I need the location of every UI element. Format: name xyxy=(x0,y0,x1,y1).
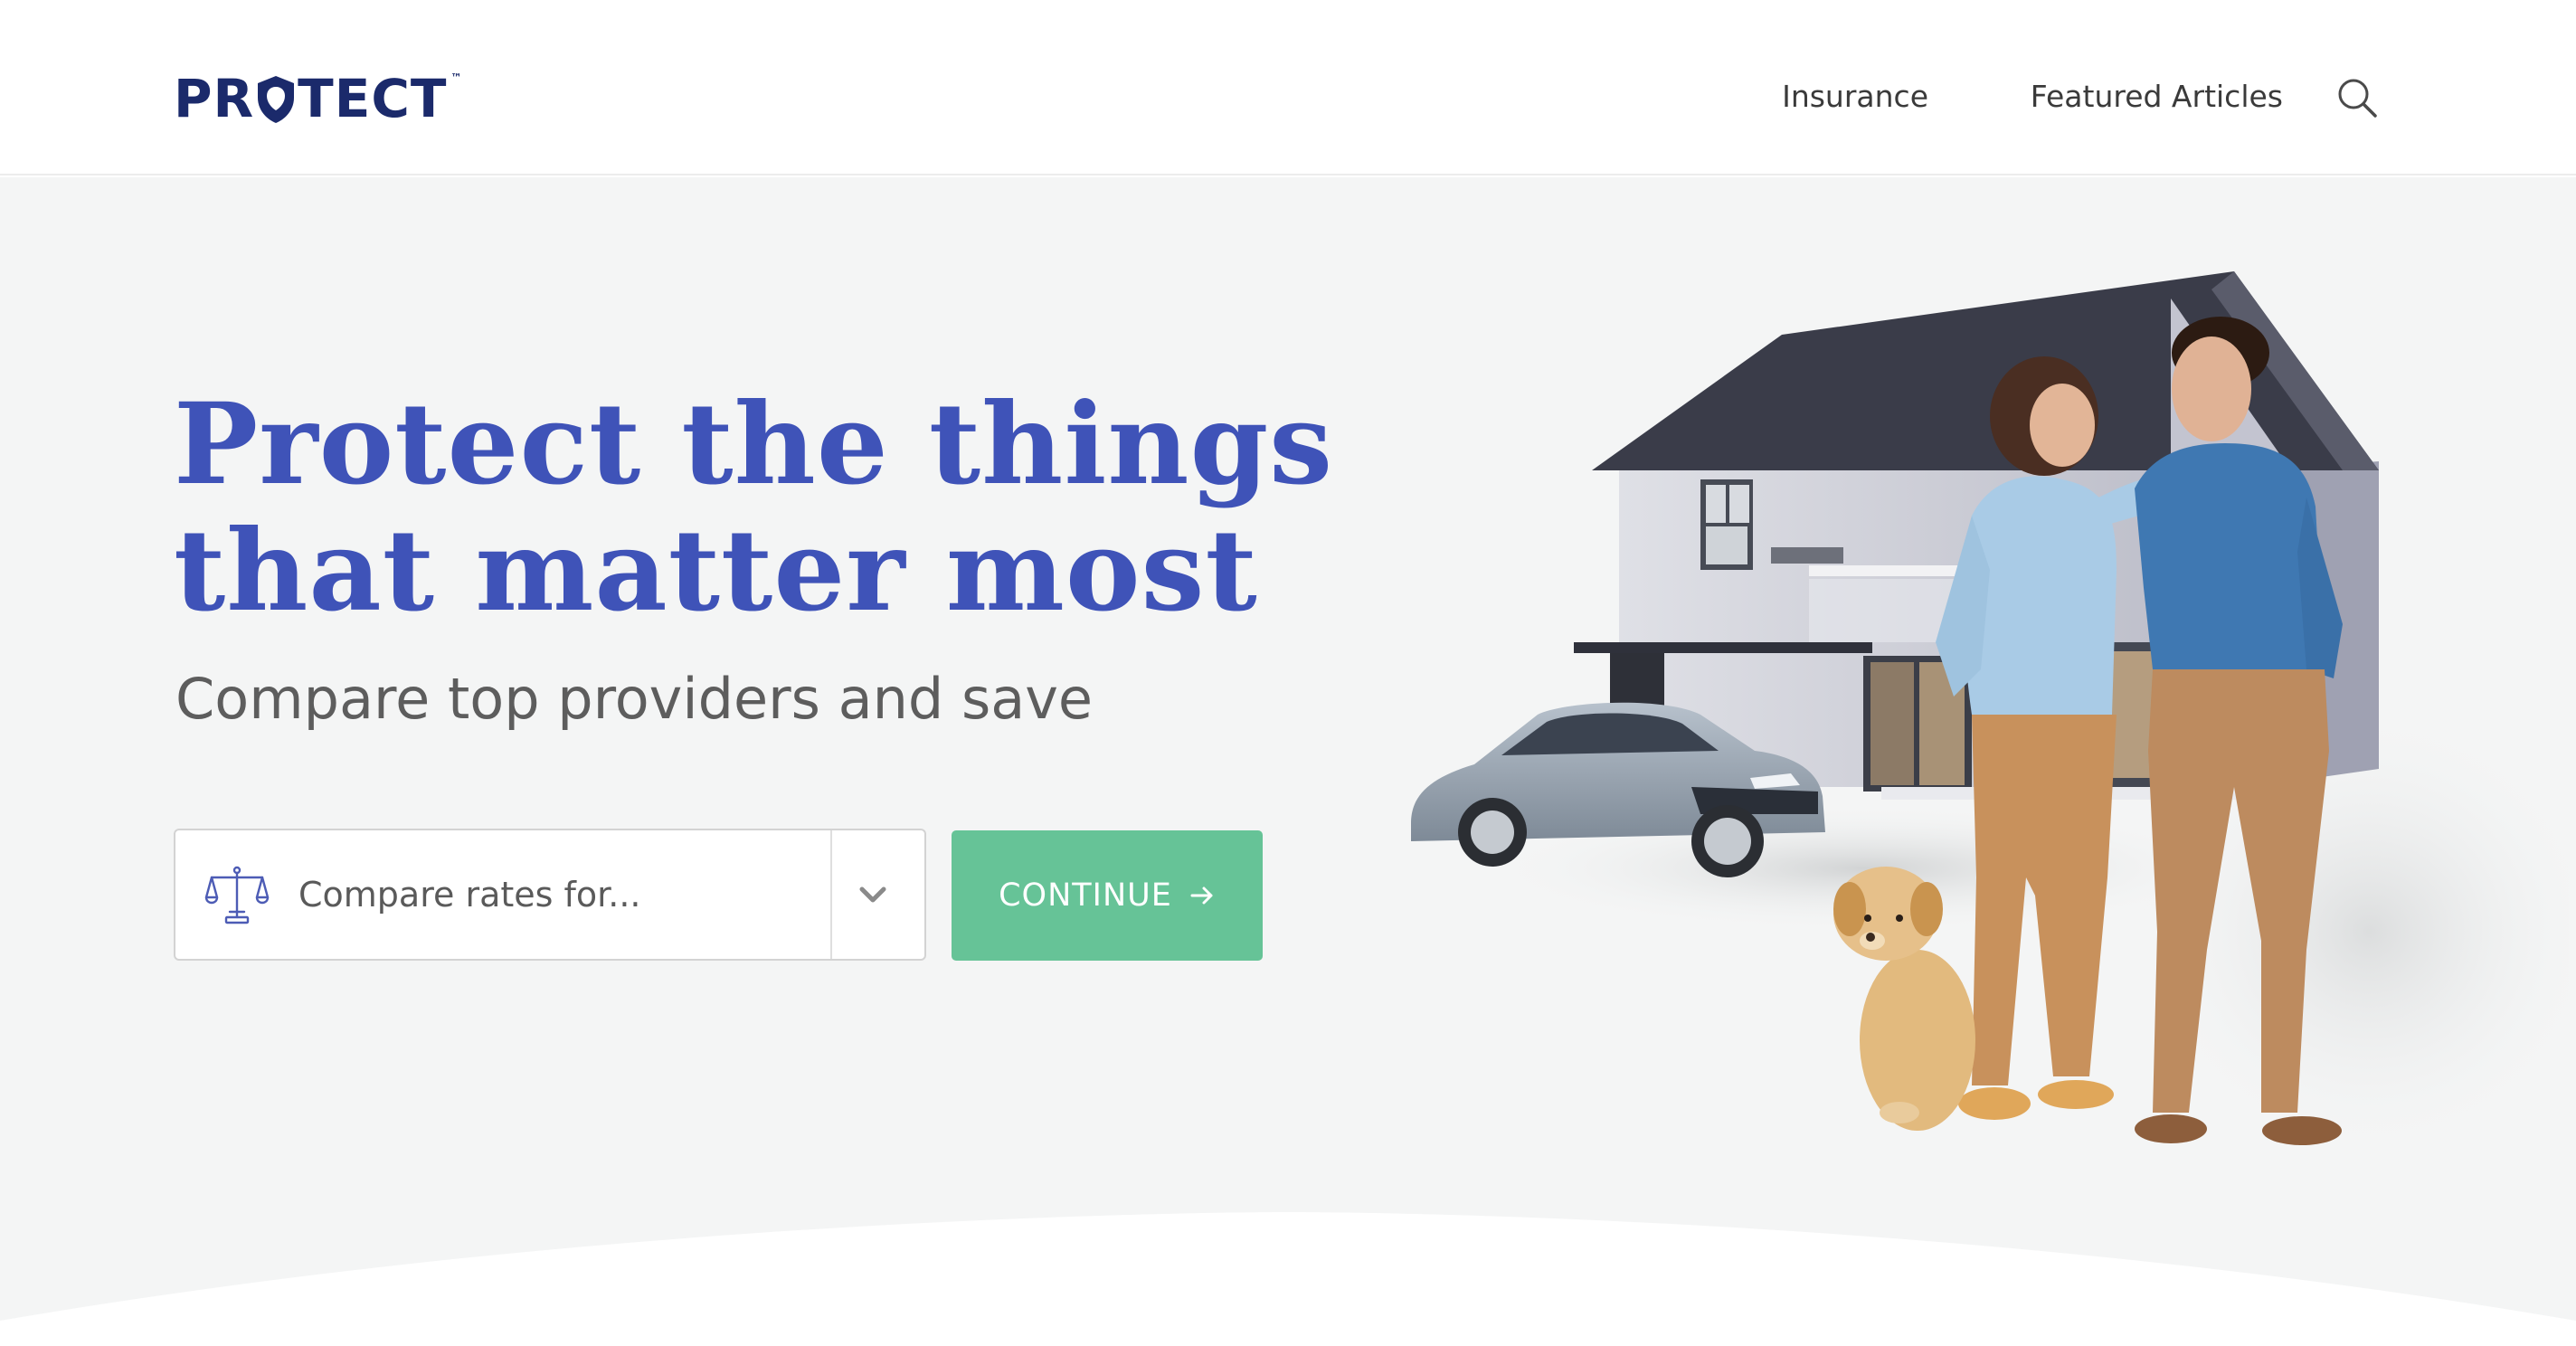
compare-rates-select[interactable]: Compare rates for... xyxy=(174,829,926,961)
hero-headline-line-1: Protect the things xyxy=(174,379,1334,510)
continue-button[interactable]: CONTINUE xyxy=(952,830,1263,961)
hero-headline: Protect the things that matter most xyxy=(174,382,1440,635)
shield-icon xyxy=(258,76,295,123)
hero-subheadline: Compare top providers and save xyxy=(175,666,1094,732)
logo-text-right: TECT xyxy=(298,68,448,129)
chevron-down-icon[interactable] xyxy=(854,876,892,914)
scale-icon xyxy=(204,866,270,924)
nav-link-featured-articles[interactable]: Featured Articles xyxy=(2031,74,2283,119)
protect-logo[interactable]: PR TECT ™ xyxy=(174,67,462,125)
select-divider xyxy=(830,830,832,959)
continue-button-label: CONTINUE xyxy=(999,877,1172,914)
arrow-right-icon xyxy=(1190,886,1213,905)
nav-link-insurance[interactable]: Insurance xyxy=(1782,74,1928,119)
compare-rates-placeholder: Compare rates for... xyxy=(298,875,641,915)
hero-headline-line-2: that matter most xyxy=(174,506,1258,637)
trademark-symbol: ™ xyxy=(450,71,463,84)
site-header: PR TECT ™ Insurance Featured Articles xyxy=(0,0,2576,175)
search-icon[interactable] xyxy=(2335,76,2379,119)
logo-text-left: PR xyxy=(174,68,255,129)
page: PR TECT ™ Insurance Featured Articles Pr… xyxy=(0,0,2576,1346)
house-car-couple-dog-image xyxy=(1411,271,2569,1158)
